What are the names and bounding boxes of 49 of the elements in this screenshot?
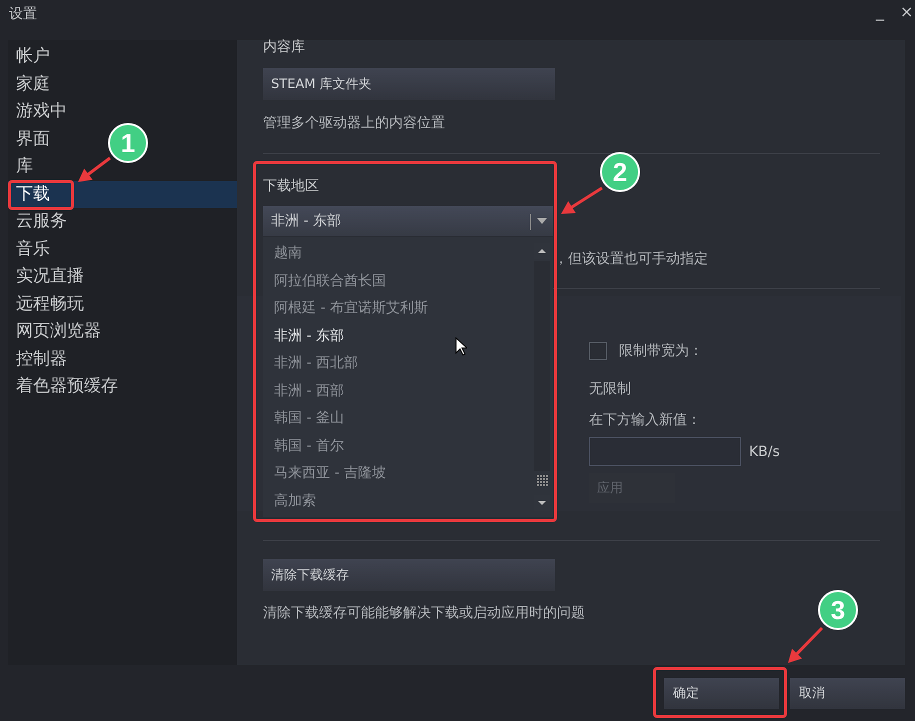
checkbox-label: 限制带宽为：	[619, 342, 703, 360]
annotation-arrow	[788, 626, 824, 663]
dropdown-option[interactable]: 非洲 - 西北部	[263, 350, 533, 378]
input-prompt: 在下方输入新值：	[589, 411, 702, 429]
sidebar-item[interactable]: 远程畅玩	[8, 290, 90, 318]
dropdown-option[interactable]: 韩国 - 釜山	[263, 405, 533, 432]
caret-icon	[537, 218, 547, 224]
sidebar-item[interactable]: 界面	[8, 126, 56, 153]
dropdown-option[interactable]: 越南	[263, 240, 533, 268]
current-limit: 无限制	[589, 380, 632, 398]
sidebar-item[interactable]: 着色器预缓存	[8, 373, 124, 400]
sidebar-item[interactable]: 库	[8, 153, 39, 180]
region-dropdown[interactable]: 非洲 - 东部	[263, 206, 553, 236]
highlight-frame	[8, 180, 74, 210]
dropdown-option[interactable]: 阿拉伯联合酋长国	[263, 268, 533, 295]
section-description: 清除下载缓存可能能够解决下载或启动应用时的问题	[263, 604, 585, 622]
dialog-button[interactable]: 确定	[664, 678, 779, 708]
mouse-cursor-icon	[455, 337, 467, 356]
grip-icon[interactable]	[534, 473, 550, 487]
dropdown-option[interactable]: 非洲 - 西部	[263, 378, 533, 405]
sidebar-item[interactable]: 实况直播	[8, 263, 90, 290]
sidebar-item[interactable]: 网页浏览器	[8, 318, 107, 346]
sidebar-item[interactable]: 音乐	[8, 236, 56, 263]
close-button[interactable]: ×	[900, 0, 914, 24]
unit-label: KB/s	[749, 442, 780, 460]
limit-checkbox[interactable]	[589, 342, 607, 360]
sidebar-item[interactable]: 家庭	[8, 70, 56, 98]
dropdown-option[interactable]: 韩国 - 首尔	[263, 432, 533, 460]
sidebar-item[interactable]: 控制器	[8, 346, 73, 373]
sidebar-item[interactable]: 游戏中	[8, 98, 73, 126]
annotation-arrow	[561, 186, 603, 214]
annotation-arrow	[78, 156, 111, 182]
sidebar-item[interactable]: 下载	[8, 180, 237, 208]
library-folders-button[interactable]: STEAM 库文件夹	[263, 68, 555, 100]
section-description: 管理多个驱动器上的内容位置	[263, 114, 445, 132]
section-heading: 内容库	[263, 40, 306, 54]
dropdown-option[interactable]: 阿根廷 - 布宜诺斯艾利斯	[263, 295, 533, 322]
dropdown-option[interactable]: 非洲 - 东部	[263, 322, 533, 350]
dialog-button[interactable]: 取消	[790, 678, 905, 708]
region-note: ，但该设置也可手动指定	[554, 250, 708, 268]
dropdown-option[interactable]: 马来西亚 - 吉隆坡	[263, 460, 533, 488]
dropdown-option[interactable]: 高加索	[263, 488, 533, 515]
sidebar-item[interactable]: 云服务	[8, 208, 73, 236]
sidebar-item[interactable]: 帐户	[8, 43, 56, 70]
minimize-button[interactable]: _	[876, 0, 884, 24]
bandwidth-input[interactable]	[589, 437, 741, 466]
clear-cache-button[interactable]: 清除下载缓存	[263, 559, 555, 591]
window-title: 设置	[9, 5, 37, 23]
section-heading: 下载地区	[263, 179, 320, 193]
